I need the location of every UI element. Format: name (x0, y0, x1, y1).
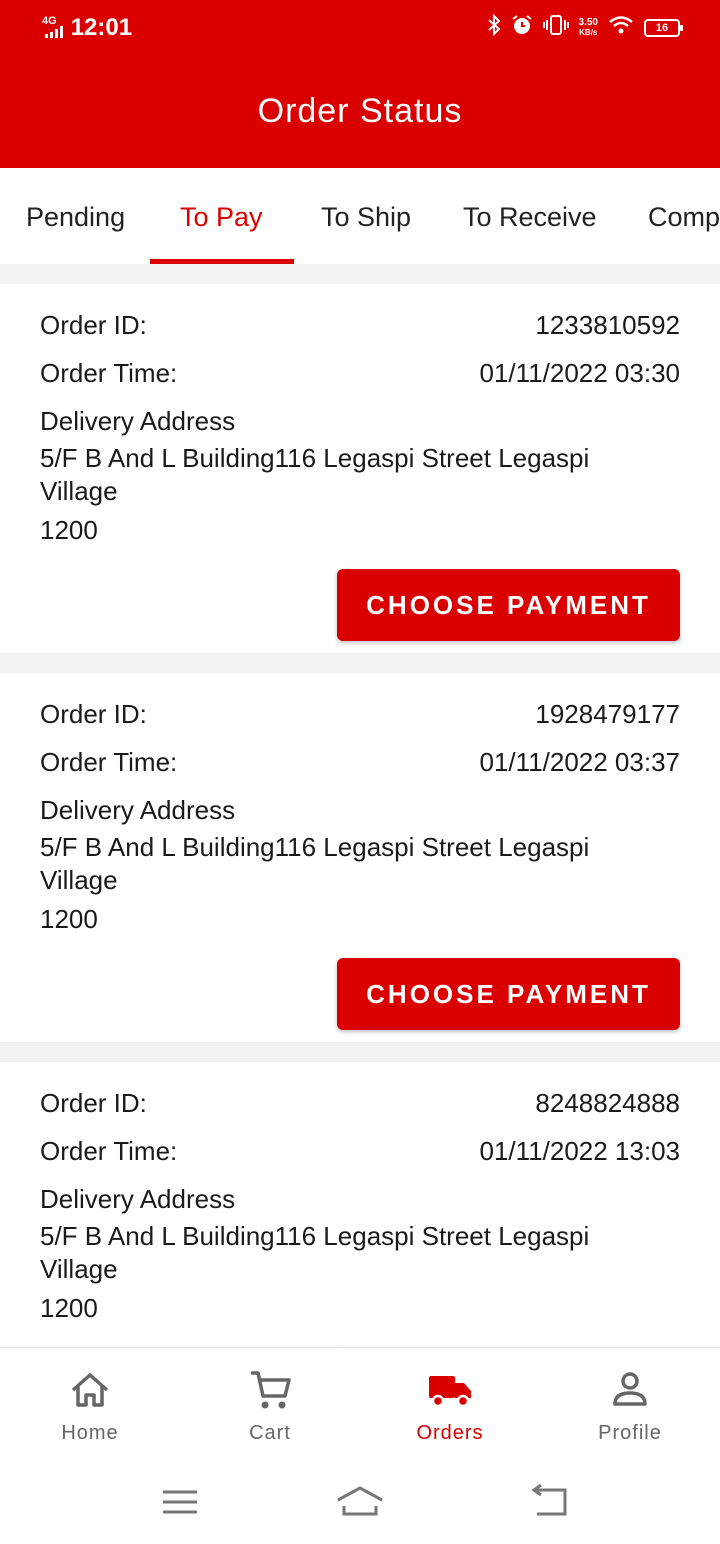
delivery-address-value: 5/F B And L Building116 Legaspi Street L… (40, 1221, 590, 1284)
battery-icon: 16 (644, 18, 683, 37)
person-icon (613, 1372, 647, 1406)
tab-to-receive[interactable]: To Receive (463, 168, 597, 264)
nav-home-label: Home (61, 1422, 119, 1444)
delivery-address-value: 5/F B And L Building116 Legaspi Street L… (40, 443, 590, 506)
order-time-row: Order Time: 01/11/2022 03:37 (40, 747, 680, 778)
order-time-row: Order Time: 01/11/2022 03:30 (40, 358, 680, 389)
tab-completed[interactable]: Comp (648, 168, 720, 264)
cart-icon (251, 1371, 291, 1409)
nav-profile[interactable]: Profile (540, 1348, 720, 1461)
back-icon[interactable] (525, 1482, 575, 1522)
delivery-address-label: Delivery Address (40, 1184, 236, 1214)
bluetooth-icon (487, 13, 501, 41)
app-bar: 4G 12:01 3.50 KB/s 16 Order Status (0, 0, 720, 168)
home-system-icon[interactable] (335, 1482, 385, 1522)
divider (0, 1042, 720, 1062)
order-id-label: Order ID: (40, 699, 147, 729)
signal-icon (44, 26, 63, 38)
order-id-value: 8248824888 (535, 1088, 680, 1118)
order-time-value: 01/11/2022 03:30 (479, 358, 680, 388)
tab-to-pay[interactable]: To Pay (180, 168, 263, 264)
order-time-label: Order Time: (40, 1136, 178, 1166)
network-type: 4G (42, 15, 57, 27)
tab-to-ship[interactable]: To Ship (321, 168, 411, 264)
nav-cart-label: Cart (249, 1422, 291, 1444)
order-time-value: 01/11/2022 03:37 (479, 747, 680, 777)
network-speed: 3.50 KB/s (578, 16, 598, 38)
bottom-navigation: Home Cart Orders Profile (0, 1347, 720, 1460)
order-card: Order ID: 1233810592 Order Time: 01/11/2… (0, 284, 720, 653)
order-id-row: Order ID: 8248824888 (40, 1088, 680, 1119)
status-left: 4G 12:01 (42, 14, 132, 42)
wifi-icon (608, 15, 634, 40)
nav-orders[interactable]: Orders (360, 1348, 540, 1461)
order-id-label: Order ID: (40, 310, 147, 340)
delivery-address-value: 5/F B And L Building116 Legaspi Street L… (40, 832, 590, 895)
alarm-icon (511, 14, 533, 41)
order-time-label: Order Time: (40, 358, 178, 388)
nav-profile-label: Profile (598, 1422, 662, 1444)
choose-payment-button[interactable]: CHOOSE PAYMENT (337, 569, 680, 641)
status-right: 3.50 KB/s 16 (487, 13, 683, 41)
order-id-value: 1233810592 (535, 310, 680, 340)
postal-code: 1200 (40, 904, 98, 934)
order-id-value: 1928479177 (535, 699, 680, 729)
status-bar: 4G 12:01 3.50 KB/s 16 (0, 0, 720, 56)
postal-code: 1200 (40, 1293, 98, 1323)
divider (0, 653, 720, 673)
status-time: 12:01 (70, 14, 133, 41)
order-id-row: Order ID: 1928479177 (40, 699, 680, 730)
postal-code: 1200 (40, 515, 98, 545)
nav-orders-label: Orders (416, 1422, 484, 1444)
speed-value: 3.50 (578, 16, 598, 28)
vibrate-icon (542, 14, 569, 41)
delivery-address-label: Delivery Address (40, 795, 236, 825)
divider (0, 264, 720, 284)
order-id-row: Order ID: 1233810592 (40, 310, 680, 341)
order-time-label: Order Time: (40, 747, 178, 777)
system-nav-bar (0, 1460, 720, 1544)
tab-pending[interactable]: Pending (26, 168, 125, 264)
choose-payment-button[interactable]: CHOOSE PAYMENT (337, 958, 680, 1030)
delivery-address-label: Delivery Address (40, 406, 236, 436)
order-time-row: Order Time: 01/11/2022 13:03 (40, 1136, 680, 1167)
home-icon (71, 1373, 109, 1407)
nav-cart[interactable]: Cart (180, 1348, 360, 1461)
truck-icon (429, 1376, 471, 1408)
page-title: Order Status (257, 92, 463, 130)
order-id-label: Order ID: (40, 1088, 147, 1118)
nav-home[interactable]: Home (0, 1348, 180, 1461)
order-time-value: 01/11/2022 13:03 (479, 1136, 680, 1166)
menu-icon[interactable] (155, 1482, 205, 1522)
status-tabs: Pending To Pay To Ship To Receive Comp (0, 168, 720, 264)
order-card: Order ID: 1928479177 Order Time: 01/11/2… (0, 673, 720, 1042)
speed-unit: KB/s (579, 27, 598, 37)
